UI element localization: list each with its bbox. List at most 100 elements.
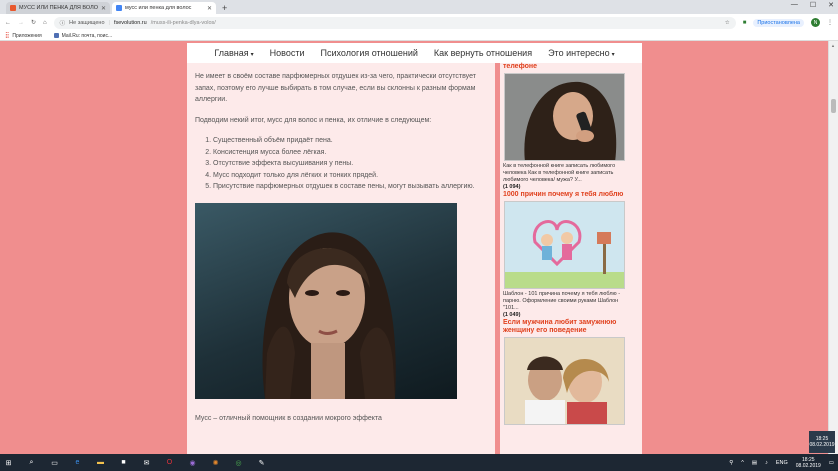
- sidebar-card[interactable]: телефоне Как в телефонной книге записать…: [503, 63, 642, 191]
- viber-icon[interactable]: ◉: [188, 458, 197, 467]
- maximize-button[interactable]: ☐: [810, 1, 816, 9]
- mail-icon: [53, 33, 59, 38]
- chevron-down-icon: ▾: [250, 52, 254, 58]
- browser-toolbar: ← → ↻ ⌂ ⓘ Не защищено | fsevolution.ru/m…: [0, 14, 838, 31]
- language-indicator[interactable]: ENG: [776, 460, 788, 466]
- clock-date: 08.02.2019: [795, 462, 821, 469]
- nav-label: Как вернуть отношения: [433, 48, 533, 58]
- sidebar-card[interactable]: Если мужчина любит замужнюю женщину его …: [503, 319, 642, 425]
- nav-item-news[interactable]: Новости: [270, 48, 305, 58]
- chevron-down-icon: ▾: [611, 52, 615, 58]
- bookmark-apps[interactable]: ⣿ Приложения: [5, 32, 42, 40]
- notifications-icon[interactable]: ▭: [829, 460, 834, 466]
- nav-label: Новости: [269, 48, 305, 58]
- close-tab-icon[interactable]: ✕: [207, 5, 212, 12]
- card-description: Шаблон - 101 причина почему я тебя люблю…: [503, 291, 621, 311]
- tab-title: МУСС ИЛИ ПЕНКА ДЛЯ ВОЛОС: [19, 5, 98, 11]
- scrollbar-thumb[interactable]: [831, 99, 836, 113]
- page-scrollbar[interactable]: ▲ ▼: [828, 41, 838, 454]
- back-icon[interactable]: ←: [5, 20, 11, 26]
- bookmark-mailru[interactable]: Mail.Ru: почта, поис...: [53, 32, 113, 39]
- nav-item-home[interactable]: Главная ▾: [214, 48, 253, 58]
- windows-taskbar: ⊞ ⌕ ▭ e ▬ ■ ✉ O ◉ ✺ ◎ ✎ ⚲ ^ ▤ ♪ ENG 18:2…: [0, 454, 838, 471]
- window-controls: — ☐ ✕: [791, 1, 834, 9]
- couple-photo-image: [505, 338, 624, 424]
- edge-icon[interactable]: e: [73, 458, 82, 467]
- list-item: Присутствие парфюмерных отдушек в состав…: [213, 181, 487, 193]
- store-icon[interactable]: ■: [119, 458, 128, 467]
- avatar[interactable]: N: [811, 18, 820, 27]
- windows-start-icon[interactable]: ⊞: [4, 458, 13, 467]
- article-content: Не имеет в своём составе парфюмерных отд…: [187, 63, 495, 454]
- site-favicon-icon: [116, 5, 122, 11]
- taskbar-clock[interactable]: 18:25 08.02.2019: [796, 457, 821, 469]
- mail-icon[interactable]: ✉: [142, 458, 151, 467]
- info-icon[interactable]: ⓘ: [60, 19, 66, 27]
- list-item: Отсутствие эффекта высушивания у пены.: [213, 158, 487, 170]
- bookmark-label: Mail.Ru: почта, поис...: [61, 32, 113, 39]
- opera-icon[interactable]: O: [165, 458, 174, 467]
- profile-status[interactable]: Приостановлена: [753, 18, 804, 27]
- scroll-up-icon[interactable]: ▲: [831, 43, 835, 48]
- site-nav: Главная ▾ Новости Психология отношений Ка…: [187, 43, 642, 63]
- bookmarks-bar: ⣿ Приложения Mail.Ru: почта, поис...: [0, 31, 838, 41]
- card-title[interactable]: 1000 причин почему я тебя люблю: [503, 191, 642, 199]
- card-title[interactable]: телефоне: [503, 63, 642, 71]
- sidebar-card[interactable]: 1000 причин почему я тебя люблю Шаблон -…: [503, 191, 642, 319]
- url-domain: fsevolution.ru: [113, 19, 147, 26]
- article-paragraph: Мусс – отличный помощник в создании мокр…: [195, 414, 382, 422]
- woman-phone-image: [505, 74, 624, 160]
- file-explorer-icon[interactable]: ▬: [96, 458, 105, 467]
- card-views-count: (1 094): [503, 184, 521, 190]
- card-thumbnail[interactable]: [504, 201, 625, 289]
- card-views-count: (1 049): [503, 312, 521, 318]
- card-title[interactable]: Если мужчина любит замужнюю женщину его …: [503, 319, 642, 335]
- apps-grid-icon: ⣿: [5, 33, 10, 39]
- bookmark-star-icon[interactable]: ☆: [725, 20, 730, 26]
- article-photo: [195, 202, 457, 399]
- nav-item-psychology[interactable]: Психология отношений: [321, 48, 418, 58]
- search-icon[interactable]: ⌕: [27, 458, 36, 467]
- divider: |: [108, 19, 110, 26]
- close-tab-icon[interactable]: ✕: [101, 5, 106, 12]
- tray-expand-icon[interactable]: ^: [741, 460, 744, 466]
- extension-icon[interactable]: ■: [743, 20, 747, 26]
- list-item: Консистенция мусса более лёгкая.: [213, 147, 487, 159]
- app-icon[interactable]: ✺: [211, 458, 220, 467]
- address-bar[interactable]: ⓘ Не защищено | fsevolution.ru/muss-ili-…: [53, 16, 736, 29]
- url-path: /muss-ili-penka-dlya-volos/: [150, 19, 216, 26]
- bookmark-label: Приложения: [12, 32, 42, 39]
- card-thumbnail[interactable]: [504, 73, 625, 161]
- paint-icon[interactable]: ✎: [257, 458, 266, 467]
- page-viewport: Главная ▾ Новости Психология отношений Ка…: [0, 41, 828, 454]
- task-view-icon[interactable]: ▭: [50, 458, 59, 467]
- menu-icon[interactable]: ⋮: [827, 19, 833, 26]
- forward-icon[interactable]: →: [18, 20, 24, 26]
- nav-item-interesting[interactable]: Это интересно ▾: [548, 48, 615, 58]
- chrome-icon[interactable]: ◎: [234, 458, 243, 467]
- card-description: Как в телефонной книге записать любимого…: [503, 163, 616, 183]
- browser-tab-2[interactable]: мусс или пенка для волос ✕: [112, 2, 216, 14]
- nav-label: Главная: [214, 48, 249, 58]
- notification-toast[interactable]: 18:25 08.02.2019: [809, 431, 835, 453]
- card-thumbnail[interactable]: [504, 337, 625, 425]
- network-icon[interactable]: ▤: [752, 460, 757, 466]
- list-item: Существенный объём придаёт пена.: [213, 135, 487, 147]
- volume-icon[interactable]: ♪: [765, 460, 768, 466]
- article-paragraph: Подводим некий итог, мусс для волос и пе…: [195, 116, 432, 124]
- people-icon[interactable]: ⚲: [729, 460, 733, 466]
- article-paragraph: Не имеет в своём составе парфюмерных отд…: [195, 73, 476, 103]
- minimize-button[interactable]: —: [791, 1, 798, 9]
- nav-label: Это интересно: [548, 48, 610, 58]
- cartoon-couple-image: [505, 202, 624, 288]
- woman-portrait-image: [262, 231, 396, 399]
- browser-tab-1[interactable]: МУСС ИЛИ ПЕНКА ДЛЯ ВОЛОС ✕: [6, 2, 110, 14]
- home-icon[interactable]: ⌂: [43, 20, 47, 26]
- tab-title: мусс или пенка для волос: [125, 5, 192, 11]
- close-window-button[interactable]: ✕: [828, 1, 834, 9]
- list-item: Мусс подходит только для лёгких и тонких…: [213, 170, 487, 182]
- reload-icon[interactable]: ↻: [31, 19, 36, 26]
- nav-item-return[interactable]: Как вернуть отношения: [434, 48, 532, 58]
- comparison-list: Существенный объём придаёт пена. Консист…: [213, 135, 487, 193]
- new-tab-button[interactable]: +: [222, 3, 227, 13]
